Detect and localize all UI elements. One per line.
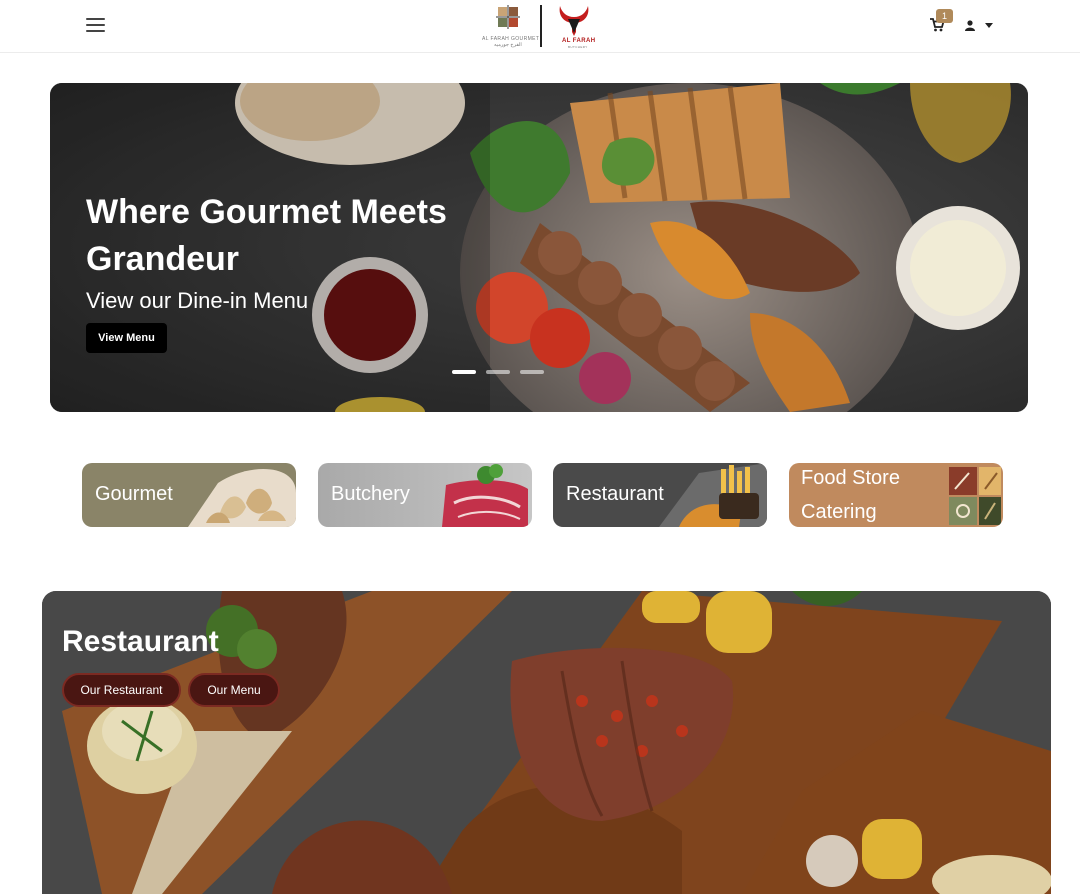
hamburger-menu-icon[interactable] [86,17,105,33]
food-store-icon-grid [949,467,1001,525]
gourmet-pastry-image [188,469,296,527]
category-tile-butchery[interactable]: Butchery [318,463,532,527]
hero-title: Where Gourmet Meets Grandeur [86,193,447,278]
user-menu[interactable] [965,18,995,32]
category-tile-food-store-catering[interactable]: Food Store Catering [789,463,1003,527]
cart-count-badge: 1 [936,9,953,23]
hero-carousel: Where Gourmet Meets Grandeur View our Di… [50,83,1028,412]
our-restaurant-button[interactable]: Our Restaurant [62,673,181,707]
tile-label-gourmet: Gourmet [95,483,173,505]
brand-logo[interactable]: AL FARAH GOURMET الفرح جورميه AL FARAH B… [478,2,602,50]
logo-divider [540,5,542,47]
carousel-dot-1[interactable] [452,370,476,374]
logo-butchery-text: AL FARAH [562,38,596,44]
logo-gourmet-arabic-text: الفرح جورميه [494,42,522,48]
tile-label-catering: Catering [801,501,877,523]
user-icon [965,20,975,31]
butchery-meat-image [442,464,528,527]
our-menu-button[interactable]: Our Menu [188,673,280,707]
tile-label-butchery: Butchery [331,483,410,505]
carousel-dot-3[interactable] [520,370,544,374]
caret-down-icon [985,23,993,28]
restaurant-section-title: Restaurant [62,625,219,658]
category-tile-restaurant[interactable]: Restaurant [553,463,767,527]
category-tile-gourmet[interactable]: Gourmet [82,463,296,527]
tile-label-restaurant: Restaurant [566,483,664,505]
hero-subtitle: View our Dine-in Menu [86,288,309,313]
site-header: AL FARAH GOURMET الفرح جورميه AL FARAH B… [0,0,1080,53]
carousel-dot-2[interactable] [486,370,510,374]
restaurant-fries-image [659,463,767,527]
tile-label-food-store: Food Store [801,467,900,489]
view-menu-button[interactable]: View Menu [86,323,167,353]
logo-butchery-subtext: BUTCHERY [568,45,588,49]
restaurant-section: Restaurant Our Restaurant Our Menu [42,591,1051,894]
